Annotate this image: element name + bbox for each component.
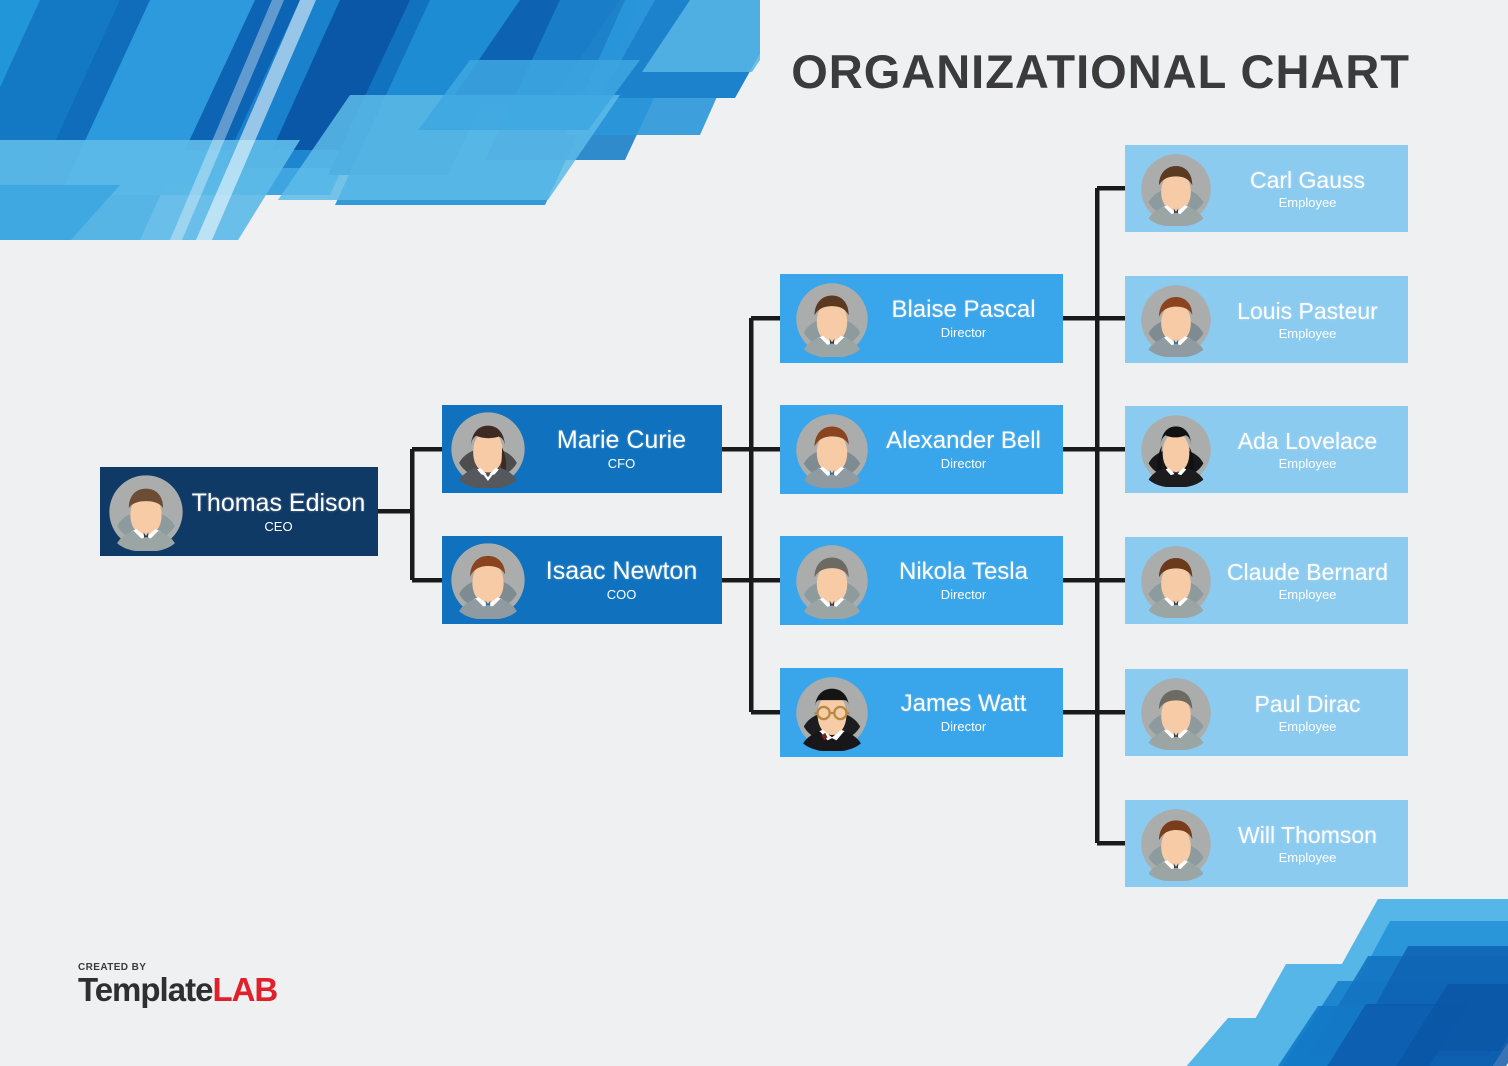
logo-lab-text: LAB xyxy=(212,971,278,1008)
node-role: Employee xyxy=(1278,849,1337,865)
org-node-employee-6[interactable]: Will Thomson Employee xyxy=(1125,800,1408,887)
node-role: Employee xyxy=(1278,194,1337,210)
org-node-labels: Isaac Newton COO xyxy=(527,558,722,602)
org-node-labels: Louis Pasteur Employee xyxy=(1213,297,1408,341)
avatar-man-brown-hair-gray-suit xyxy=(109,474,183,551)
org-node-employee-2[interactable]: Louis Pasteur Employee xyxy=(1125,276,1408,363)
org-node-labels: Nikola Tesla Director xyxy=(870,559,1063,602)
node-role: Director xyxy=(940,719,987,735)
org-node-coo[interactable]: Isaac Newton COO xyxy=(442,536,722,624)
node-name: Isaac Newton xyxy=(545,557,698,586)
avatar-man-auburn-hair-blue-tie xyxy=(1141,284,1211,357)
org-node-director-4[interactable]: James Watt Director xyxy=(780,668,1063,757)
avatar-man-brown-hair-gray-suit xyxy=(796,282,868,357)
templatelab-logo[interactable]: CREATED BY TemplateLAB xyxy=(78,962,278,1008)
node-role: CFO xyxy=(607,456,636,472)
node-role: Employee xyxy=(1278,455,1337,471)
org-node-director-3[interactable]: Nikola Tesla Director xyxy=(780,536,1063,625)
node-name: Paul Dirac xyxy=(1254,690,1361,717)
org-node-cfo[interactable]: Marie Curie CFO xyxy=(442,405,722,493)
logo-wordmark: TemplateLAB xyxy=(78,971,278,1008)
avatar-man-auburn-hair-blue-tie xyxy=(796,413,868,488)
org-node-employee-4[interactable]: Claude Bernard Employee xyxy=(1125,537,1408,624)
node-name: Ada Lovelace xyxy=(1237,427,1378,454)
org-node-labels: Marie Curie CFO xyxy=(527,427,722,471)
org-node-labels: Will Thomson Employee xyxy=(1213,821,1408,865)
org-node-labels: James Watt Director xyxy=(870,691,1063,734)
node-role: Director xyxy=(940,587,987,603)
node-name: Claude Bernard xyxy=(1226,558,1389,585)
avatar-woman-black-hair-black-suit xyxy=(1141,414,1211,487)
org-node-labels: Paul Dirac Employee xyxy=(1213,690,1408,734)
node-name: Louis Pasteur xyxy=(1237,297,1378,324)
org-node-labels: Thomas Edison CEO xyxy=(185,488,378,534)
node-role: Employee xyxy=(1278,325,1337,341)
node-role: Director xyxy=(940,325,987,341)
node-name: Blaise Pascal xyxy=(891,296,1036,324)
org-node-labels: Blaise Pascal Director xyxy=(870,297,1063,340)
avatar-man-auburn-hair-gray-suit xyxy=(1141,545,1211,618)
org-node-labels: Ada Lovelace Employee xyxy=(1213,427,1408,471)
node-role: Employee xyxy=(1278,718,1337,734)
org-node-labels: Carl Gauss Employee xyxy=(1213,166,1408,210)
org-node-employee-5[interactable]: Paul Dirac Employee xyxy=(1125,669,1408,756)
avatar-man-auburn-hair-blue-tie xyxy=(451,543,525,619)
org-chart-canvas: ORGANIZATIONAL CHART Thomas Edison CEO M… xyxy=(0,0,1508,1066)
org-node-director-2[interactable]: Alexander Bell Director xyxy=(780,405,1063,494)
org-node-employee-3[interactable]: Ada Lovelace Employee xyxy=(1125,406,1408,493)
avatar-man-gray-hair-gray-suit xyxy=(1141,677,1211,750)
node-role: COO xyxy=(606,587,637,603)
node-name: Thomas Edison xyxy=(191,488,366,517)
node-name: Will Thomson xyxy=(1238,821,1377,848)
node-name: James Watt xyxy=(900,690,1027,718)
logo-template-text: Template xyxy=(78,971,213,1008)
node-name: Alexander Bell xyxy=(886,427,1041,455)
node-name: Marie Curie xyxy=(556,426,687,455)
avatar-man-brown-hair-gray-suit xyxy=(1141,153,1211,226)
avatar-man-glasses-black-jacket xyxy=(796,676,868,751)
node-name: Nikola Tesla xyxy=(899,558,1028,586)
org-node-labels: Alexander Bell Director xyxy=(870,428,1063,471)
node-role: CEO xyxy=(264,518,293,534)
node-name: Carl Gauss xyxy=(1249,166,1366,193)
node-role: Employee xyxy=(1278,586,1337,602)
node-role: Director xyxy=(940,456,987,472)
org-node-director-1[interactable]: Blaise Pascal Director xyxy=(780,274,1063,363)
org-node-ceo[interactable]: Thomas Edison CEO xyxy=(100,467,378,556)
org-node-labels: Claude Bernard Employee xyxy=(1213,558,1408,602)
avatar-man-auburn-hair-gray-suit xyxy=(1141,808,1211,881)
avatar-woman-dark-ponytail-gray-suit xyxy=(451,412,525,488)
avatar-man-gray-hair-gray-suit xyxy=(796,544,868,619)
org-node-employee-1[interactable]: Carl Gauss Employee xyxy=(1125,145,1408,232)
